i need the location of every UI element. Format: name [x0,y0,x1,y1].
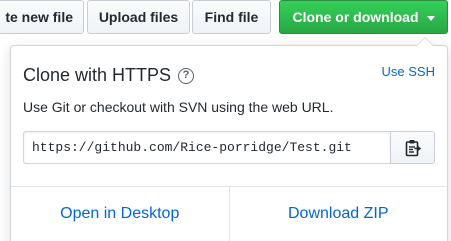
copy-url-button[interactable] [390,131,435,164]
clone-title-text: Clone with HTTPS [23,65,172,85]
caret-down-icon [426,15,435,21]
clone-url-group: https://github.com/Rice-porridge/Test.gi… [23,131,435,164]
create-new-file-button[interactable]: te new file [0,0,84,34]
clone-dropdown-panel: Clone with HTTPS ? Use SSH Use Git or ch… [10,37,448,241]
use-ssh-link[interactable]: Use SSH [382,64,435,79]
clone-panel-footer: Open in Desktop Download ZIP [11,186,447,241]
upload-files-button[interactable]: Upload files [87,0,190,34]
clone-or-download-label: Clone or download [292,9,419,25]
open-in-desktop-button[interactable]: Open in Desktop [11,187,229,241]
clone-url-input[interactable]: https://github.com/Rice-porridge/Test.gi… [23,131,390,164]
find-file-button[interactable]: Find file [192,0,271,34]
dropdown-pointer-fill [417,38,433,46]
repo-file-actions: te new file Upload files Find file Clone… [0,0,451,241]
clone-description: Use Git or checkout with SVN using the w… [23,99,334,115]
question-help-icon[interactable]: ? [178,67,195,84]
clone-or-download-button[interactable]: Clone or download [279,0,448,34]
clipboard-icon [405,139,421,156]
clone-title: Clone with HTTPS ? [23,65,195,86]
download-zip-button[interactable]: Download ZIP [228,187,448,241]
